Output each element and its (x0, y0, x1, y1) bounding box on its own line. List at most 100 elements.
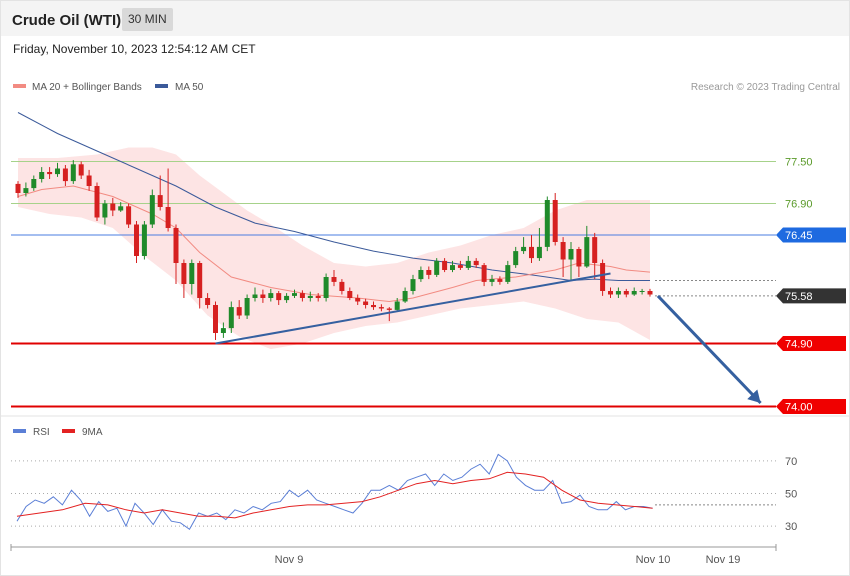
candle-body (118, 206, 124, 211)
candle-body (347, 291, 353, 298)
candle-body (339, 281, 345, 291)
candle-body (220, 328, 226, 333)
candle-body (544, 200, 550, 247)
x-tick-label: Nov 10 (636, 554, 671, 566)
candle-body (141, 224, 147, 256)
candle-body (331, 277, 337, 282)
candle-body (402, 291, 408, 302)
candle-body (213, 305, 218, 333)
rsi-tick-label: 30 (785, 521, 797, 533)
candle-body (55, 168, 60, 175)
candle-body (552, 200, 558, 242)
bollinger-band (18, 147, 650, 350)
candle-body (110, 203, 116, 211)
candle-body (15, 183, 21, 193)
candle-body (228, 307, 234, 329)
candle-body (450, 265, 455, 270)
candle-body (157, 195, 163, 207)
candle-body (268, 293, 274, 298)
candle-body (126, 206, 132, 225)
candle-body (189, 263, 195, 284)
level-label: 75.58 (785, 291, 813, 303)
rsi-line (16, 453, 653, 531)
candle-body (568, 249, 574, 260)
candle-body (584, 237, 590, 267)
candle-body (78, 164, 84, 176)
candle-body (394, 301, 400, 310)
candle-body (173, 228, 179, 263)
candle-body (426, 270, 432, 275)
candle-body (647, 291, 653, 295)
candle-body (315, 295, 321, 298)
rsi-panel: 70 50 30 (11, 453, 797, 533)
rsi-ma-legend-label: 9MA (82, 427, 103, 438)
candle-body (592, 237, 598, 263)
candle-body (260, 294, 266, 298)
rsi-tick-label: 70 (785, 456, 797, 468)
candle-body (410, 279, 416, 291)
ma20-legend-swatch (13, 84, 26, 88)
candle-body (536, 246, 542, 259)
candle-body (355, 298, 361, 302)
candle-body (307, 295, 313, 298)
candle-body (529, 246, 534, 259)
candle-body (386, 308, 392, 310)
level-label: 74.90 (785, 339, 813, 351)
candle-body (70, 164, 76, 182)
candle-body (465, 260, 471, 268)
candle-body (521, 246, 527, 252)
x-tick-label: Nov 9 (275, 554, 304, 566)
price-panel: 77.50 76.90 76.45 75.58 74.90 74.00 (11, 112, 846, 414)
candle-body (205, 298, 211, 305)
candle-body (31, 179, 37, 189)
candle-body (505, 265, 511, 282)
level-label: 76.45 (785, 230, 813, 242)
copyright-label: Research © 2023 Trading Central (691, 82, 840, 93)
candle-body (134, 224, 139, 256)
rsi-legend-label: RSI (33, 427, 50, 438)
candle-body (363, 301, 369, 305)
candle-body (47, 172, 53, 175)
x-tick-label: Nov 19 (706, 554, 741, 566)
ma20-legend-label: MA 20 + Bollinger Bands (32, 82, 142, 93)
candle-body (371, 305, 376, 308)
candle-body (39, 172, 45, 179)
candle-body (86, 175, 92, 186)
candle-body (94, 186, 100, 218)
candle-body (600, 263, 606, 291)
candle-body (292, 293, 297, 296)
candle-body (457, 265, 463, 268)
candle-body (236, 307, 242, 316)
ma50-legend-swatch (155, 84, 168, 88)
candle-body (434, 260, 440, 275)
candle-body (102, 203, 108, 218)
candle-body (639, 291, 645, 292)
candle-body (442, 260, 448, 270)
forecast-arrow (656, 294, 762, 405)
candle-body (576, 249, 582, 267)
candle-body (378, 307, 384, 309)
candle-body (284, 295, 290, 301)
candle-body (481, 265, 487, 282)
rsi-tick-label: 50 (785, 489, 797, 501)
candle-body (181, 263, 187, 284)
level-label: 74.00 (785, 402, 813, 414)
candle-body (149, 195, 155, 225)
candle-body (62, 168, 68, 182)
candle-body (299, 293, 305, 298)
ma50-legend-label: MA 50 (175, 82, 204, 93)
candle-body (608, 291, 613, 295)
rsi-legend-swatch (13, 429, 26, 433)
candle-body (497, 279, 503, 282)
candle-body (197, 263, 203, 298)
level-label: 77.50 (785, 157, 813, 169)
candle-body (560, 242, 566, 260)
candle-body (244, 298, 250, 316)
candle-body (276, 293, 282, 301)
candle-body (23, 188, 29, 193)
candle-body (418, 270, 424, 280)
candle-body (631, 291, 637, 295)
candle-body (252, 294, 258, 298)
rsi-ma-line (16, 471, 653, 519)
price-chart: MA 20 + Bollinger Bands MA 50 Research ©… (1, 82, 849, 566)
